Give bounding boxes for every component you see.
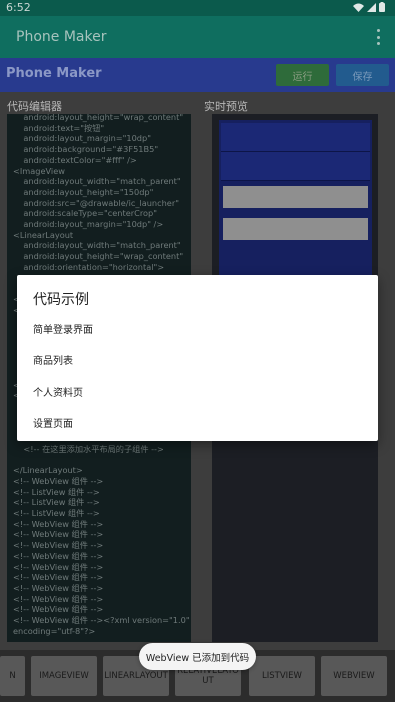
app-bar: Phone Maker: [0, 16, 395, 58]
save-button[interactable]: 保存: [336, 64, 389, 86]
preview-input: [223, 218, 368, 240]
dialog-item-login[interactable]: 简单登录界面: [33, 321, 93, 336]
status-time: 6:52: [6, 1, 31, 14]
imageview-button[interactable]: IMAGEVIEW: [31, 656, 97, 696]
app-title: Phone Maker: [16, 29, 107, 45]
component-button[interactable]: N: [0, 656, 25, 696]
run-button[interactable]: 运行: [276, 64, 329, 86]
dialog-item-product-list[interactable]: 商品列表: [33, 352, 73, 367]
preview-input: [223, 186, 368, 208]
dialog-item-settings[interactable]: 设置页面: [33, 415, 73, 430]
code-editor-label: 代码编辑器: [7, 100, 62, 113]
editor-toolbar: Phone Maker 运行 保存: [0, 58, 395, 92]
dialog-title: 代码示例: [33, 292, 89, 308]
signal-icon: [367, 2, 376, 12]
webview-button[interactable]: WEBVIEW: [321, 656, 387, 696]
battery-icon: [379, 2, 385, 12]
more-vert-icon[interactable]: [375, 29, 381, 45]
status-icons: [353, 2, 385, 12]
wifi-icon: [353, 3, 364, 12]
preview-block: [221, 123, 370, 152]
toolbar-title: Phone Maker: [6, 66, 102, 81]
listview-button[interactable]: LISTVIEW: [249, 656, 315, 696]
toast-message: WebView 已添加到代码: [139, 643, 256, 670]
preview-block: [221, 152, 370, 181]
dialog-item-profile[interactable]: 个人资料页: [33, 384, 83, 399]
status-bar: 6:52: [0, 0, 395, 16]
preview-label: 实时预览: [204, 100, 248, 113]
code-examples-dialog: 代码示例 简单登录界面 商品列表 个人资料页 设置页面: [17, 275, 378, 441]
